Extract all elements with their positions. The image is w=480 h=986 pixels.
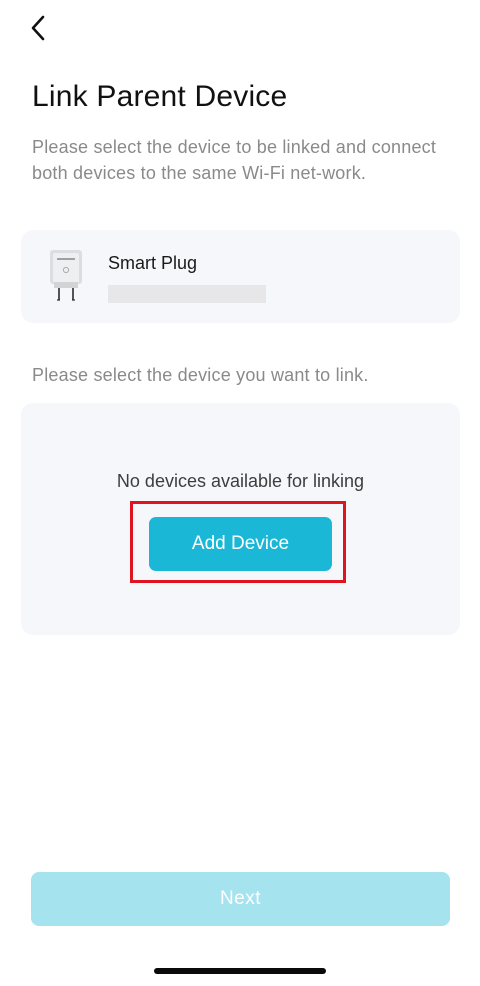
next-button[interactable]: Next [31, 872, 450, 926]
linkable-devices-panel: No devices available for linking Add Dev… [21, 403, 460, 635]
home-indicator [154, 968, 326, 974]
smart-plug-icon [50, 250, 82, 301]
device-detail-placeholder [108, 285, 266, 303]
add-device-button[interactable]: Add Device [149, 517, 332, 571]
back-button[interactable] [22, 12, 54, 44]
chevron-left-icon [31, 15, 45, 41]
device-card[interactable]: Smart Plug [21, 230, 460, 323]
link-instruction-text: Please select the device to be linked an… [32, 137, 437, 183]
device-name: Smart Plug [108, 253, 198, 273]
empty-state-message: No devices available for linking [116, 471, 365, 491]
select-device-instruction: Please select the device you want to lin… [32, 365, 369, 385]
page-title: Link Parent Device [32, 80, 288, 113]
